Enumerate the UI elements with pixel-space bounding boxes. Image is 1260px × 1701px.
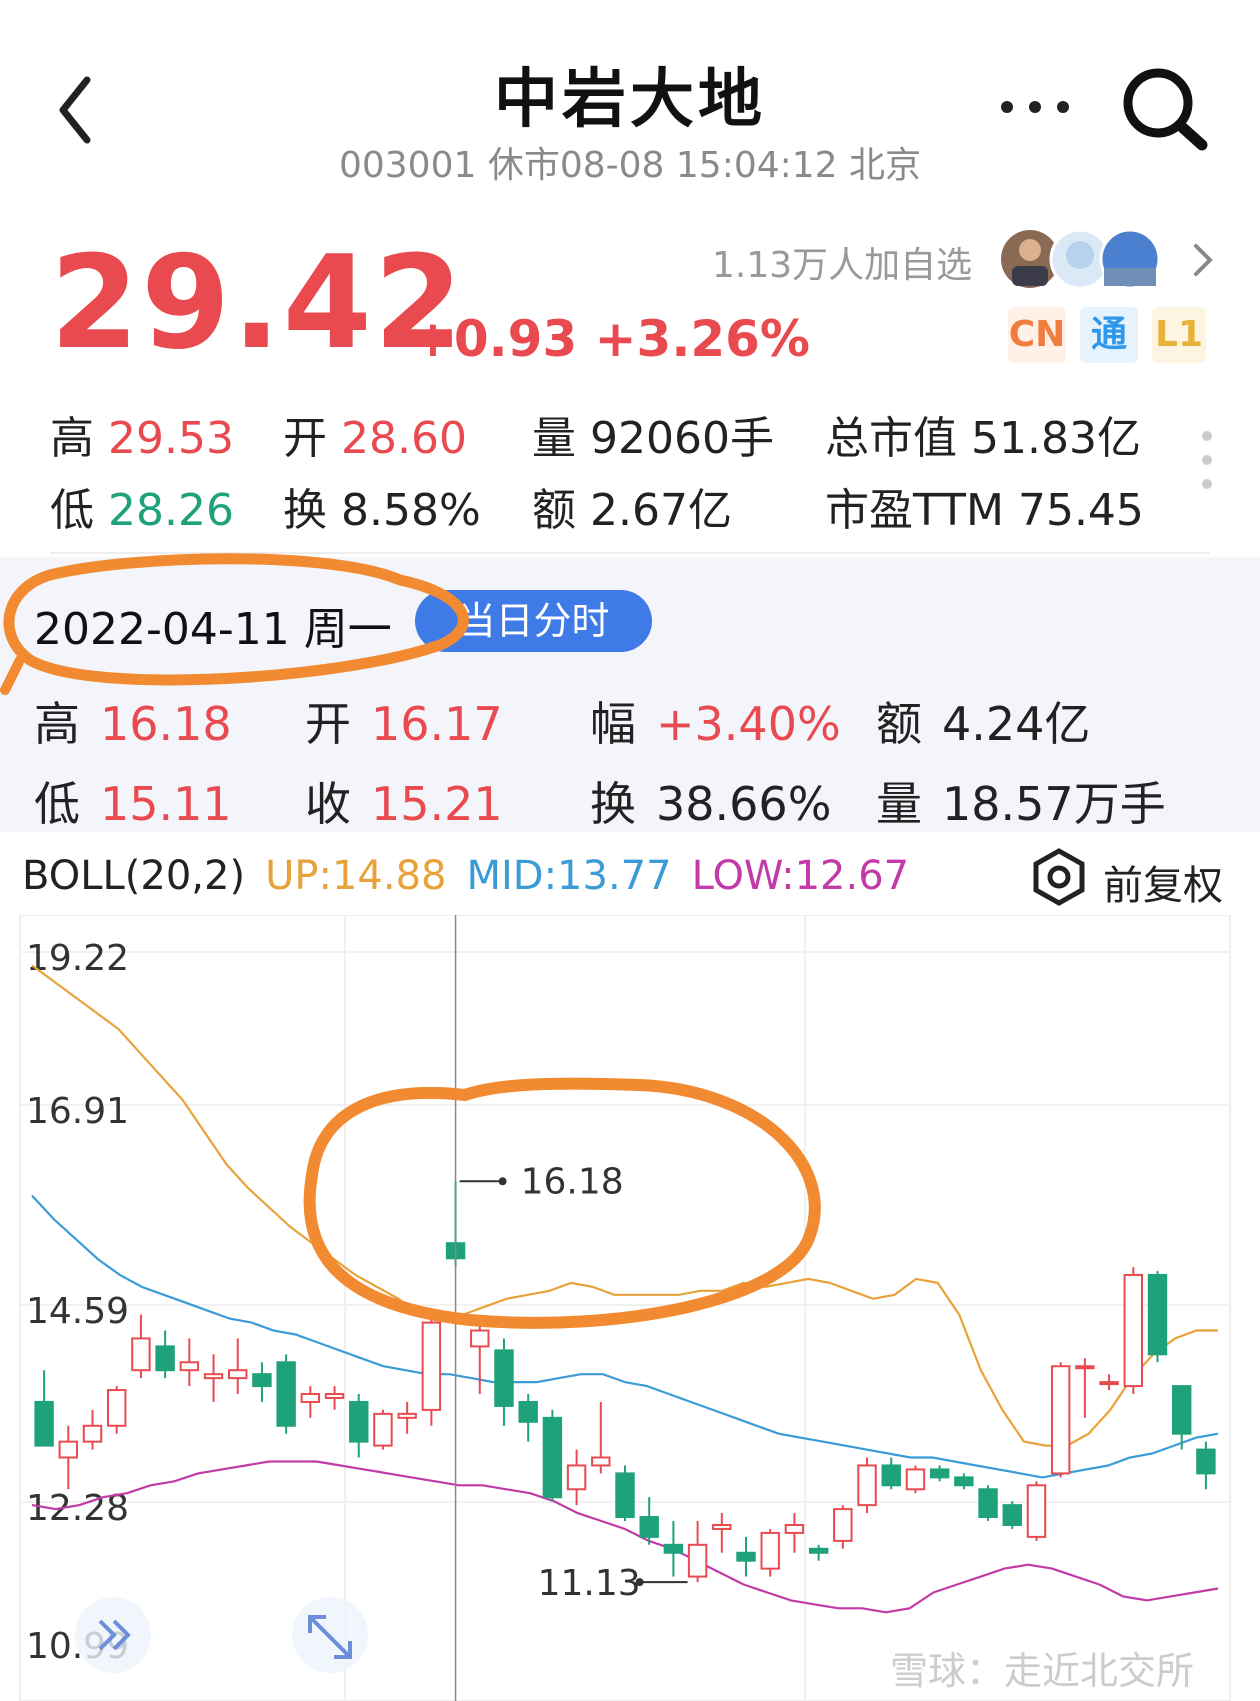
scroll-forward-button[interactable] (18, 1595, 158, 1675)
y-tick-label: 12.28 (26, 1488, 129, 1529)
candle-body (566, 1464, 587, 1491)
adjust-label[interactable]: 前复权 (1103, 853, 1223, 911)
candle-body (833, 1508, 853, 1542)
stat-pe-ttm: 市盈TTM 75.45 (825, 485, 1144, 536)
candle-body (373, 1412, 393, 1447)
stat-open: 开 28.60 (283, 413, 467, 464)
stat-volume: 量 92060手 (532, 413, 774, 464)
more-icon[interactable] (995, 92, 1075, 122)
candle-body (397, 1412, 417, 1419)
boll-mid-line (31, 1194, 1219, 1479)
stat-high: 高 29.53 (50, 413, 234, 464)
candle-body (107, 1389, 127, 1427)
day-close: 收 15.21 (305, 777, 503, 831)
candle-body (881, 1464, 901, 1487)
candle-body (518, 1400, 538, 1423)
boll-legend: BOLL(20,2) UP:14.88 MID:13.77 LOW:12.67 (22, 853, 909, 899)
candle-body (712, 1523, 732, 1530)
candle-body (421, 1321, 442, 1411)
candle-body (591, 1456, 611, 1467)
candle-body (687, 1543, 708, 1578)
candle-body (1002, 1504, 1022, 1526)
candle-body (228, 1369, 248, 1380)
price-change: +0.93 +3.26% (412, 310, 811, 368)
stat-low: 低 28.26 (50, 485, 234, 536)
day-range: 幅 +3.40% (590, 697, 841, 751)
stat-market-cap: 总市值 51.83亿 (825, 413, 1141, 464)
candle-body (808, 1547, 829, 1554)
candle-body (34, 1400, 54, 1447)
candle-body (542, 1416, 563, 1499)
day-turnover: 换 38.66% (590, 777, 832, 831)
candle-body (276, 1361, 296, 1427)
candle-body (760, 1531, 780, 1570)
candle-body (1075, 1365, 1095, 1370)
candle-body (324, 1393, 345, 1399)
candle-body (978, 1488, 998, 1519)
search-icon[interactable] (1120, 65, 1210, 155)
boll-name: BOLL(20,2) (22, 853, 246, 899)
kline-chart[interactable]: 19.2216.9114.5912.2810.999.96 16.1811.13 (0, 915, 1260, 1701)
expand-icon[interactable] (280, 1595, 380, 1675)
candle-body (736, 1551, 756, 1562)
candle-body (954, 1476, 974, 1487)
candle-body (639, 1516, 659, 1538)
candle-body (1147, 1273, 1168, 1356)
annotation-dot (498, 1177, 507, 1186)
candle-body (905, 1468, 926, 1491)
candle-body (1171, 1385, 1192, 1435)
badge-tong[interactable]: 通 (1080, 307, 1138, 363)
candle-body (1050, 1365, 1071, 1475)
candle-body (252, 1373, 272, 1388)
candle-body (131, 1337, 151, 1372)
annotation-high: 16.18 (521, 1161, 624, 1202)
candle-body (300, 1393, 321, 1403)
candle-body (203, 1373, 224, 1380)
day-low: 低 15.11 (34, 777, 232, 831)
candle-body (58, 1440, 79, 1459)
boll-low: LOW:12.67 (691, 853, 910, 899)
boll-mid: MID:13.77 (466, 853, 672, 899)
candle-body (470, 1329, 490, 1348)
followers-count[interactable]: 1.13万人加自选 (712, 236, 972, 288)
more-stats-icon[interactable] (1200, 428, 1214, 498)
day-amount: 额 4.24亿 (876, 697, 1091, 751)
candle-body (1123, 1273, 1143, 1388)
y-tick-label: 16.91 (26, 1091, 129, 1132)
candle-body (1196, 1448, 1216, 1475)
badge-cn[interactable]: CN (1008, 307, 1066, 363)
candle-body (1026, 1484, 1047, 1538)
candle-body (615, 1472, 635, 1519)
candle-body (155, 1345, 175, 1372)
watermark: 雪球：走近北交所 (890, 1649, 1195, 1693)
annotation-low: 11.13 (538, 1563, 641, 1604)
boll-up: UP:14.88 (265, 853, 447, 899)
candle-body (929, 1468, 950, 1479)
stat-amount: 额 2.67亿 (532, 485, 732, 536)
candle-body (82, 1424, 103, 1443)
badge-l1[interactable]: L1 (1152, 307, 1206, 363)
candle-body (179, 1361, 200, 1372)
hand-drawn-circle (0, 540, 480, 700)
chevron-right-icon[interactable] (1188, 240, 1218, 280)
current-price: 29.42 (50, 229, 465, 378)
stock-code-status: 003001 休市08-08 15:04:12 北京 (338, 145, 922, 186)
stat-turnover: 换 8.58% (283, 485, 481, 536)
day-volume: 量 18.57万手 (876, 777, 1166, 831)
candle-body (663, 1543, 684, 1554)
follower-avatars[interactable] (1000, 228, 1170, 290)
candle-body (857, 1464, 877, 1507)
adjust-settings-icon[interactable] (1030, 848, 1088, 906)
candle-body (784, 1523, 805, 1534)
candle-body (494, 1349, 514, 1407)
candle-body (1099, 1381, 1119, 1386)
y-axis-ticks: 19.2216.9114.5912.2810.999.96 (26, 938, 129, 1701)
candle-body (349, 1400, 369, 1443)
y-tick-label: 14.59 (26, 1291, 129, 1332)
